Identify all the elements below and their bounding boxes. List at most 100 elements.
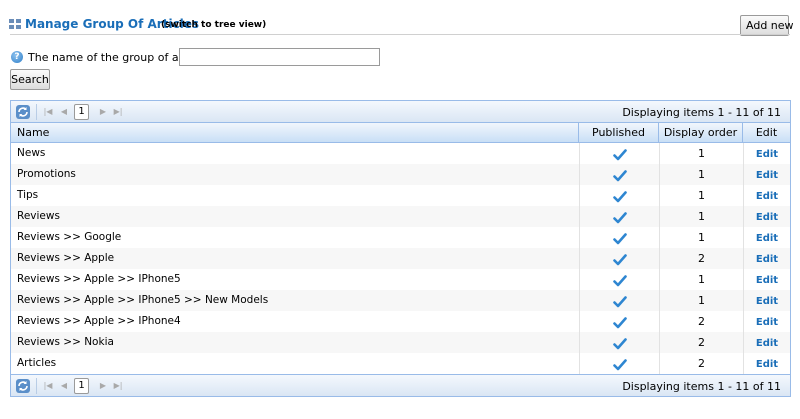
row-name: Reviews >> Apple >> IPhone5 >> New Model… (17, 294, 269, 306)
column-header-published[interactable]: Published (579, 123, 659, 143)
checkmark-icon (612, 231, 627, 244)
row-edit-cell: Edit (743, 143, 790, 164)
refresh-icon[interactable] (15, 104, 31, 120)
help-icon: ? (11, 51, 23, 63)
column-header-edit[interactable]: Edit (743, 123, 790, 143)
refresh-icon[interactable] (15, 378, 31, 394)
row-name: Promotions (17, 168, 76, 180)
edit-link[interactable]: Edit (756, 359, 778, 370)
row-edit-cell: Edit (743, 185, 790, 206)
row-name: News (17, 147, 46, 159)
checkmark-icon (612, 168, 627, 181)
edit-link[interactable]: Edit (756, 338, 778, 349)
column-header-name[interactable]: Name (11, 123, 579, 143)
pager-display-text: Displaying items 1 - 11 of 11 (622, 380, 781, 393)
edit-link[interactable]: Edit (756, 191, 778, 202)
table-row[interactable]: Reviews >> Apple >> IPhone5 >> New Model… (11, 290, 790, 311)
next-page-icon[interactable]: ▶ (96, 379, 110, 393)
pager-display-text: Displaying items 1 - 11 of 11 (622, 106, 781, 119)
row-published (579, 290, 659, 311)
row-name: Reviews >> Google (17, 231, 122, 243)
row-name: Articles (17, 357, 57, 369)
pager-separator (36, 104, 37, 120)
row-edit-cell: Edit (743, 311, 790, 332)
row-published (579, 143, 659, 164)
row-edit-cell: Edit (743, 290, 790, 311)
grid-rows: News 1 Edit Promotions 1 Edit Tips 1 Edit Reviews… (11, 143, 790, 374)
prev-page-icon[interactable]: ◀ (57, 379, 71, 393)
checkmark-icon (612, 189, 627, 202)
row-published (579, 311, 659, 332)
row-display-order: 2 (659, 248, 743, 269)
column-header-display-order[interactable]: Display order (659, 123, 743, 143)
page-header: Manage Group Of Articles (switch to tree… (0, 0, 800, 38)
row-published (579, 206, 659, 227)
row-edit-cell: Edit (743, 353, 790, 374)
row-edit-cell: Edit (743, 206, 790, 227)
checkmark-icon (612, 252, 627, 265)
edit-link[interactable]: Edit (756, 233, 778, 244)
table-row[interactable]: Reviews >> Apple >> IPhone4 2 Edit (11, 311, 790, 332)
row-published (579, 248, 659, 269)
row-name: Reviews >> Apple (17, 252, 115, 264)
table-row[interactable]: Articles 2 Edit (11, 353, 790, 374)
search-input[interactable] (179, 48, 380, 66)
row-name: Reviews (17, 210, 60, 222)
pager-bottom: |◀ ◀ 1 ▶ ▶| Displaying items 1 - 11 of 1… (11, 374, 790, 396)
column-header-row: Name Published Display order Edit (11, 123, 790, 143)
checkmark-icon (612, 147, 627, 160)
row-edit-cell: Edit (743, 332, 790, 353)
add-new-button[interactable]: Add new (740, 15, 794, 36)
edit-link[interactable]: Edit (756, 254, 778, 265)
articles-grid: |◀ ◀ 1 ▶ ▶| Displaying items 1 - 11 of 1… (10, 100, 791, 397)
row-name: Reviews >> Apple >> IPhone5 (17, 273, 181, 285)
last-page-icon[interactable]: ▶| (111, 105, 125, 119)
switch-tree-view-link[interactable]: (switch to tree view) (161, 20, 266, 30)
row-published (579, 185, 659, 206)
next-page-icon[interactable]: ▶ (96, 105, 110, 119)
edit-link[interactable]: Edit (756, 149, 778, 160)
edit-link[interactable]: Edit (756, 317, 778, 328)
first-page-icon[interactable]: |◀ (41, 379, 55, 393)
search-button[interactable]: Search (10, 69, 50, 90)
checkmark-icon (612, 273, 627, 286)
page-number-input[interactable]: 1 (74, 104, 89, 120)
row-edit-cell: Edit (743, 227, 790, 248)
table-row[interactable]: Reviews >> Apple 2 Edit (11, 248, 790, 269)
row-display-order: 1 (659, 185, 743, 206)
row-name: Reviews >> Apple >> IPhone4 (17, 315, 181, 327)
grid-icon (9, 19, 22, 30)
first-page-icon[interactable]: |◀ (41, 105, 55, 119)
edit-link[interactable]: Edit (756, 296, 778, 307)
row-display-order: 2 (659, 311, 743, 332)
edit-link[interactable]: Edit (756, 170, 778, 181)
checkmark-icon (612, 315, 627, 328)
edit-link[interactable]: Edit (756, 212, 778, 223)
table-row[interactable]: Reviews >> Nokia 2 Edit (11, 332, 790, 353)
table-row[interactable]: Reviews >> Apple >> IPhone5 1 Edit (11, 269, 790, 290)
checkmark-icon (612, 210, 627, 223)
row-display-order: 1 (659, 290, 743, 311)
last-page-icon[interactable]: ▶| (111, 379, 125, 393)
pager-separator (36, 378, 37, 394)
checkmark-icon (612, 357, 627, 370)
row-display-order: 1 (659, 206, 743, 227)
row-edit-cell: Edit (743, 269, 790, 290)
row-published (579, 164, 659, 185)
row-name: Reviews >> Nokia (17, 336, 114, 348)
table-row[interactable]: Reviews 1 Edit (11, 206, 790, 227)
row-display-order: 1 (659, 143, 743, 164)
table-row[interactable]: Promotions 1 Edit (11, 164, 790, 185)
page-number-input[interactable]: 1 (74, 378, 89, 394)
prev-page-icon[interactable]: ◀ (57, 105, 71, 119)
row-published (579, 227, 659, 248)
header-divider (10, 34, 790, 35)
table-row[interactable]: News 1 Edit (11, 143, 790, 164)
row-display-order: 2 (659, 332, 743, 353)
table-row[interactable]: Tips 1 Edit (11, 185, 790, 206)
table-row[interactable]: Reviews >> Google 1 Edit (11, 227, 790, 248)
row-name: Tips (17, 189, 39, 201)
row-published (579, 353, 659, 374)
pager-top: |◀ ◀ 1 ▶ ▶| Displaying items 1 - 11 of 1… (11, 101, 790, 123)
edit-link[interactable]: Edit (756, 275, 778, 286)
